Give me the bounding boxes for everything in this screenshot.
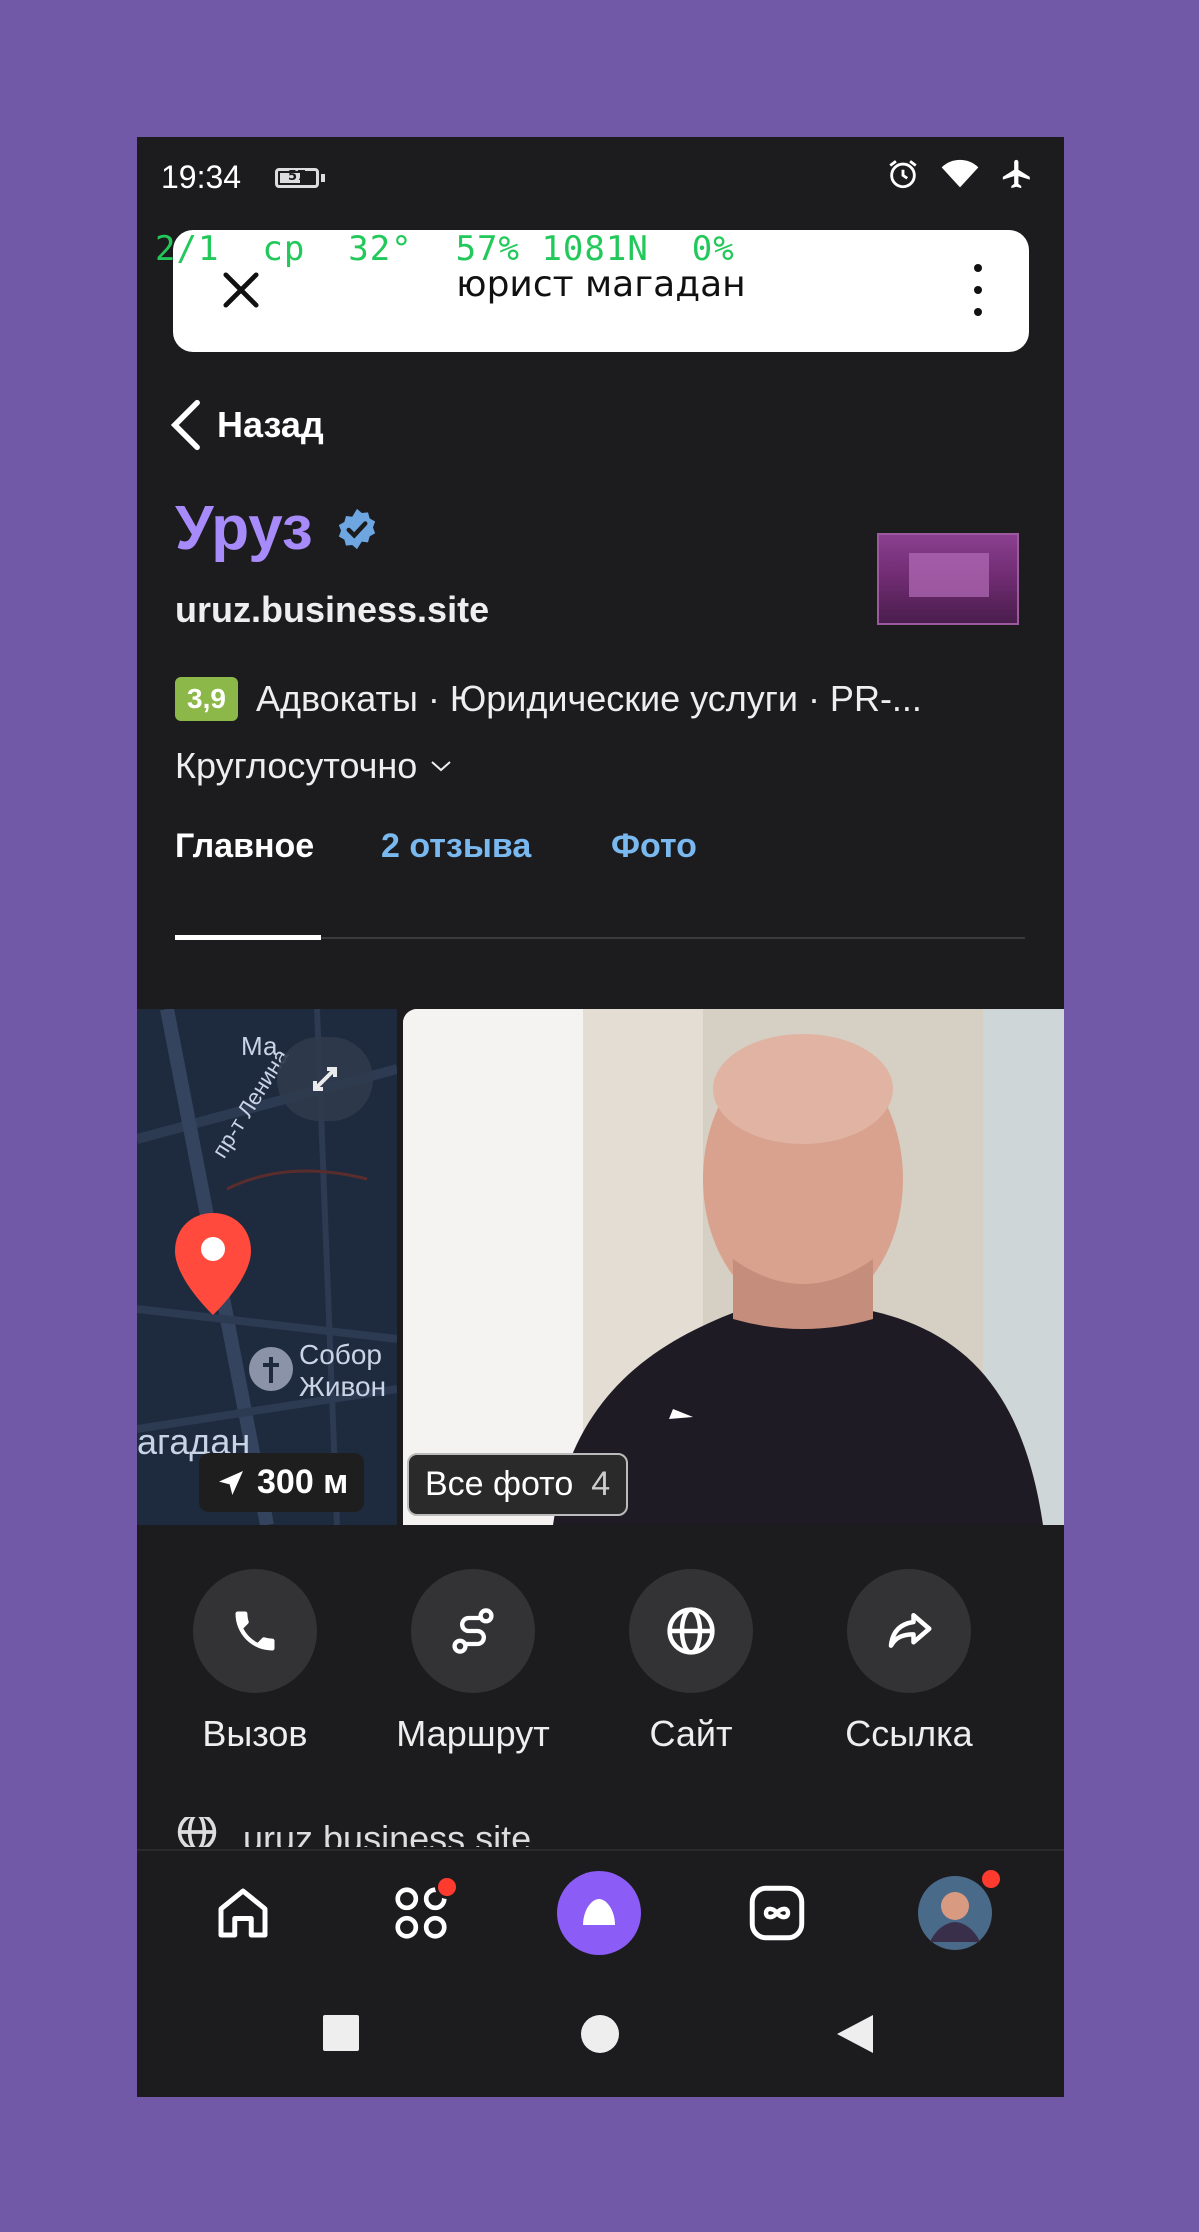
hours-row[interactable]: Круглосуточно bbox=[175, 745, 453, 787]
nav-services[interactable] bbox=[379, 1871, 463, 1955]
notification-badge bbox=[979, 1867, 1003, 1891]
system-stats-overlay: 2/1 ср 32° 57% 1081N 0% bbox=[155, 229, 735, 269]
all-photos-button[interactable]: Все фото 4 bbox=[407, 1453, 629, 1516]
search-query[interactable]: юрист магадан bbox=[323, 264, 879, 305]
church-icon bbox=[249, 1347, 293, 1391]
call-label: Вызов bbox=[202, 1713, 308, 1754]
bottom-navigation bbox=[137, 1849, 1064, 1975]
expand-map-button[interactable] bbox=[277, 1037, 373, 1121]
notification-badge bbox=[435, 1875, 459, 1899]
tab-reviews[interactable]: 2 отзыва bbox=[381, 827, 531, 866]
person-photo bbox=[403, 1009, 1064, 1525]
distance-text: 300 м bbox=[257, 1463, 349, 1501]
airplane-icon bbox=[1002, 159, 1030, 189]
chevron-left-icon bbox=[171, 399, 200, 451]
active-tab-indicator bbox=[175, 935, 321, 940]
back-triangle-icon[interactable] bbox=[835, 2013, 875, 2055]
business-thumbnail[interactable] bbox=[877, 533, 1019, 625]
expand-icon bbox=[313, 1067, 337, 1091]
wifi-icon bbox=[941, 159, 979, 188]
chevron-down-icon bbox=[431, 761, 452, 772]
business-website[interactable]: uruz.business.site bbox=[175, 589, 489, 631]
tab-photo[interactable]: Фото bbox=[611, 827, 697, 866]
rating-badge[interactable]: 3,9 bbox=[175, 677, 238, 721]
status-icons bbox=[886, 157, 1034, 191]
globe-icon bbox=[177, 1817, 217, 1847]
route-icon bbox=[452, 1608, 494, 1654]
recents-button[interactable] bbox=[323, 2015, 359, 2051]
phone-icon bbox=[235, 1611, 275, 1651]
business-photo[interactable] bbox=[403, 1009, 1064, 1525]
home-icon bbox=[218, 1888, 268, 1938]
website-row-text: uruz.business.site bbox=[243, 1818, 532, 1847]
share-icon bbox=[888, 1613, 932, 1648]
tab-main[interactable]: Главное bbox=[175, 827, 314, 866]
alarm-icon bbox=[889, 160, 917, 189]
nav-profile[interactable] bbox=[913, 1867, 1003, 1955]
action-buttons: Вызов Маршрут Сайт Ссылка bbox=[137, 1569, 1064, 1769]
hours-text: Круглосуточно bbox=[175, 745, 418, 786]
phone-screen: 19:34 57 юрист магадан 2/1 ср 32° 57% 10… bbox=[137, 137, 1064, 2097]
system-navigation bbox=[137, 1973, 1064, 2097]
back-button[interactable]: Назад bbox=[171, 399, 324, 451]
share-button[interactable]: Ссылка bbox=[809, 1569, 1009, 1755]
tabs: Главное 2 отзыва Фото bbox=[175, 827, 1025, 940]
map-pin-icon bbox=[175, 1213, 251, 1315]
status-bar: 19:34 57 bbox=[137, 137, 1064, 217]
map-label-sobor: Собор bbox=[299, 1339, 382, 1370]
distance-badge[interactable]: 300 м bbox=[199, 1453, 365, 1512]
globe-icon bbox=[667, 1607, 715, 1655]
alice-icon bbox=[557, 1871, 641, 1955]
map-preview[interactable]: Ма пр-т Ленина Собор Живон агадан bbox=[137, 1009, 397, 1525]
media-row: Ма пр-т Ленина Собор Живон агадан 300 м bbox=[137, 1009, 1064, 1525]
home-button[interactable] bbox=[581, 2015, 619, 2053]
route-button[interactable]: Маршрут bbox=[373, 1569, 573, 1755]
more-menu-icon[interactable] bbox=[971, 264, 985, 320]
verified-icon bbox=[338, 508, 375, 549]
navigation-arrow-icon bbox=[219, 1470, 243, 1495]
website-row[interactable]: uruz.business.site bbox=[175, 1817, 531, 1847]
nav-alice[interactable] bbox=[557, 1871, 641, 1955]
route-label: Маршрут bbox=[396, 1713, 550, 1754]
website-button[interactable]: Сайт bbox=[591, 1569, 791, 1755]
infinity-icon bbox=[749, 1885, 805, 1941]
business-name: Уруз bbox=[175, 494, 313, 563]
battery-icon: 57 bbox=[275, 168, 319, 188]
all-photos-label: Все фото bbox=[425, 1465, 574, 1503]
nav-home[interactable] bbox=[201, 1871, 285, 1955]
nav-infinity[interactable] bbox=[735, 1871, 819, 1955]
map-label-zhivon: Живон bbox=[299, 1371, 387, 1402]
call-button[interactable]: Вызов bbox=[155, 1569, 355, 1755]
website-label: Сайт bbox=[649, 1713, 733, 1754]
avatar bbox=[918, 1876, 992, 1950]
photo-count: 4 bbox=[591, 1465, 611, 1503]
categories: Адвокаты · Юридические услуги · PR-... bbox=[255, 678, 922, 719]
back-label: Назад bbox=[217, 404, 324, 445]
close-icon[interactable] bbox=[215, 264, 267, 316]
status-time: 19:34 bbox=[161, 159, 242, 195]
rating-row: 3,9 Адвокаты · Юридические услуги · PR-.… bbox=[175, 677, 1035, 721]
business-header: Уруз bbox=[175, 493, 379, 564]
share-label: Ссылка bbox=[845, 1713, 973, 1754]
battery-level: 57 bbox=[287, 169, 307, 184]
